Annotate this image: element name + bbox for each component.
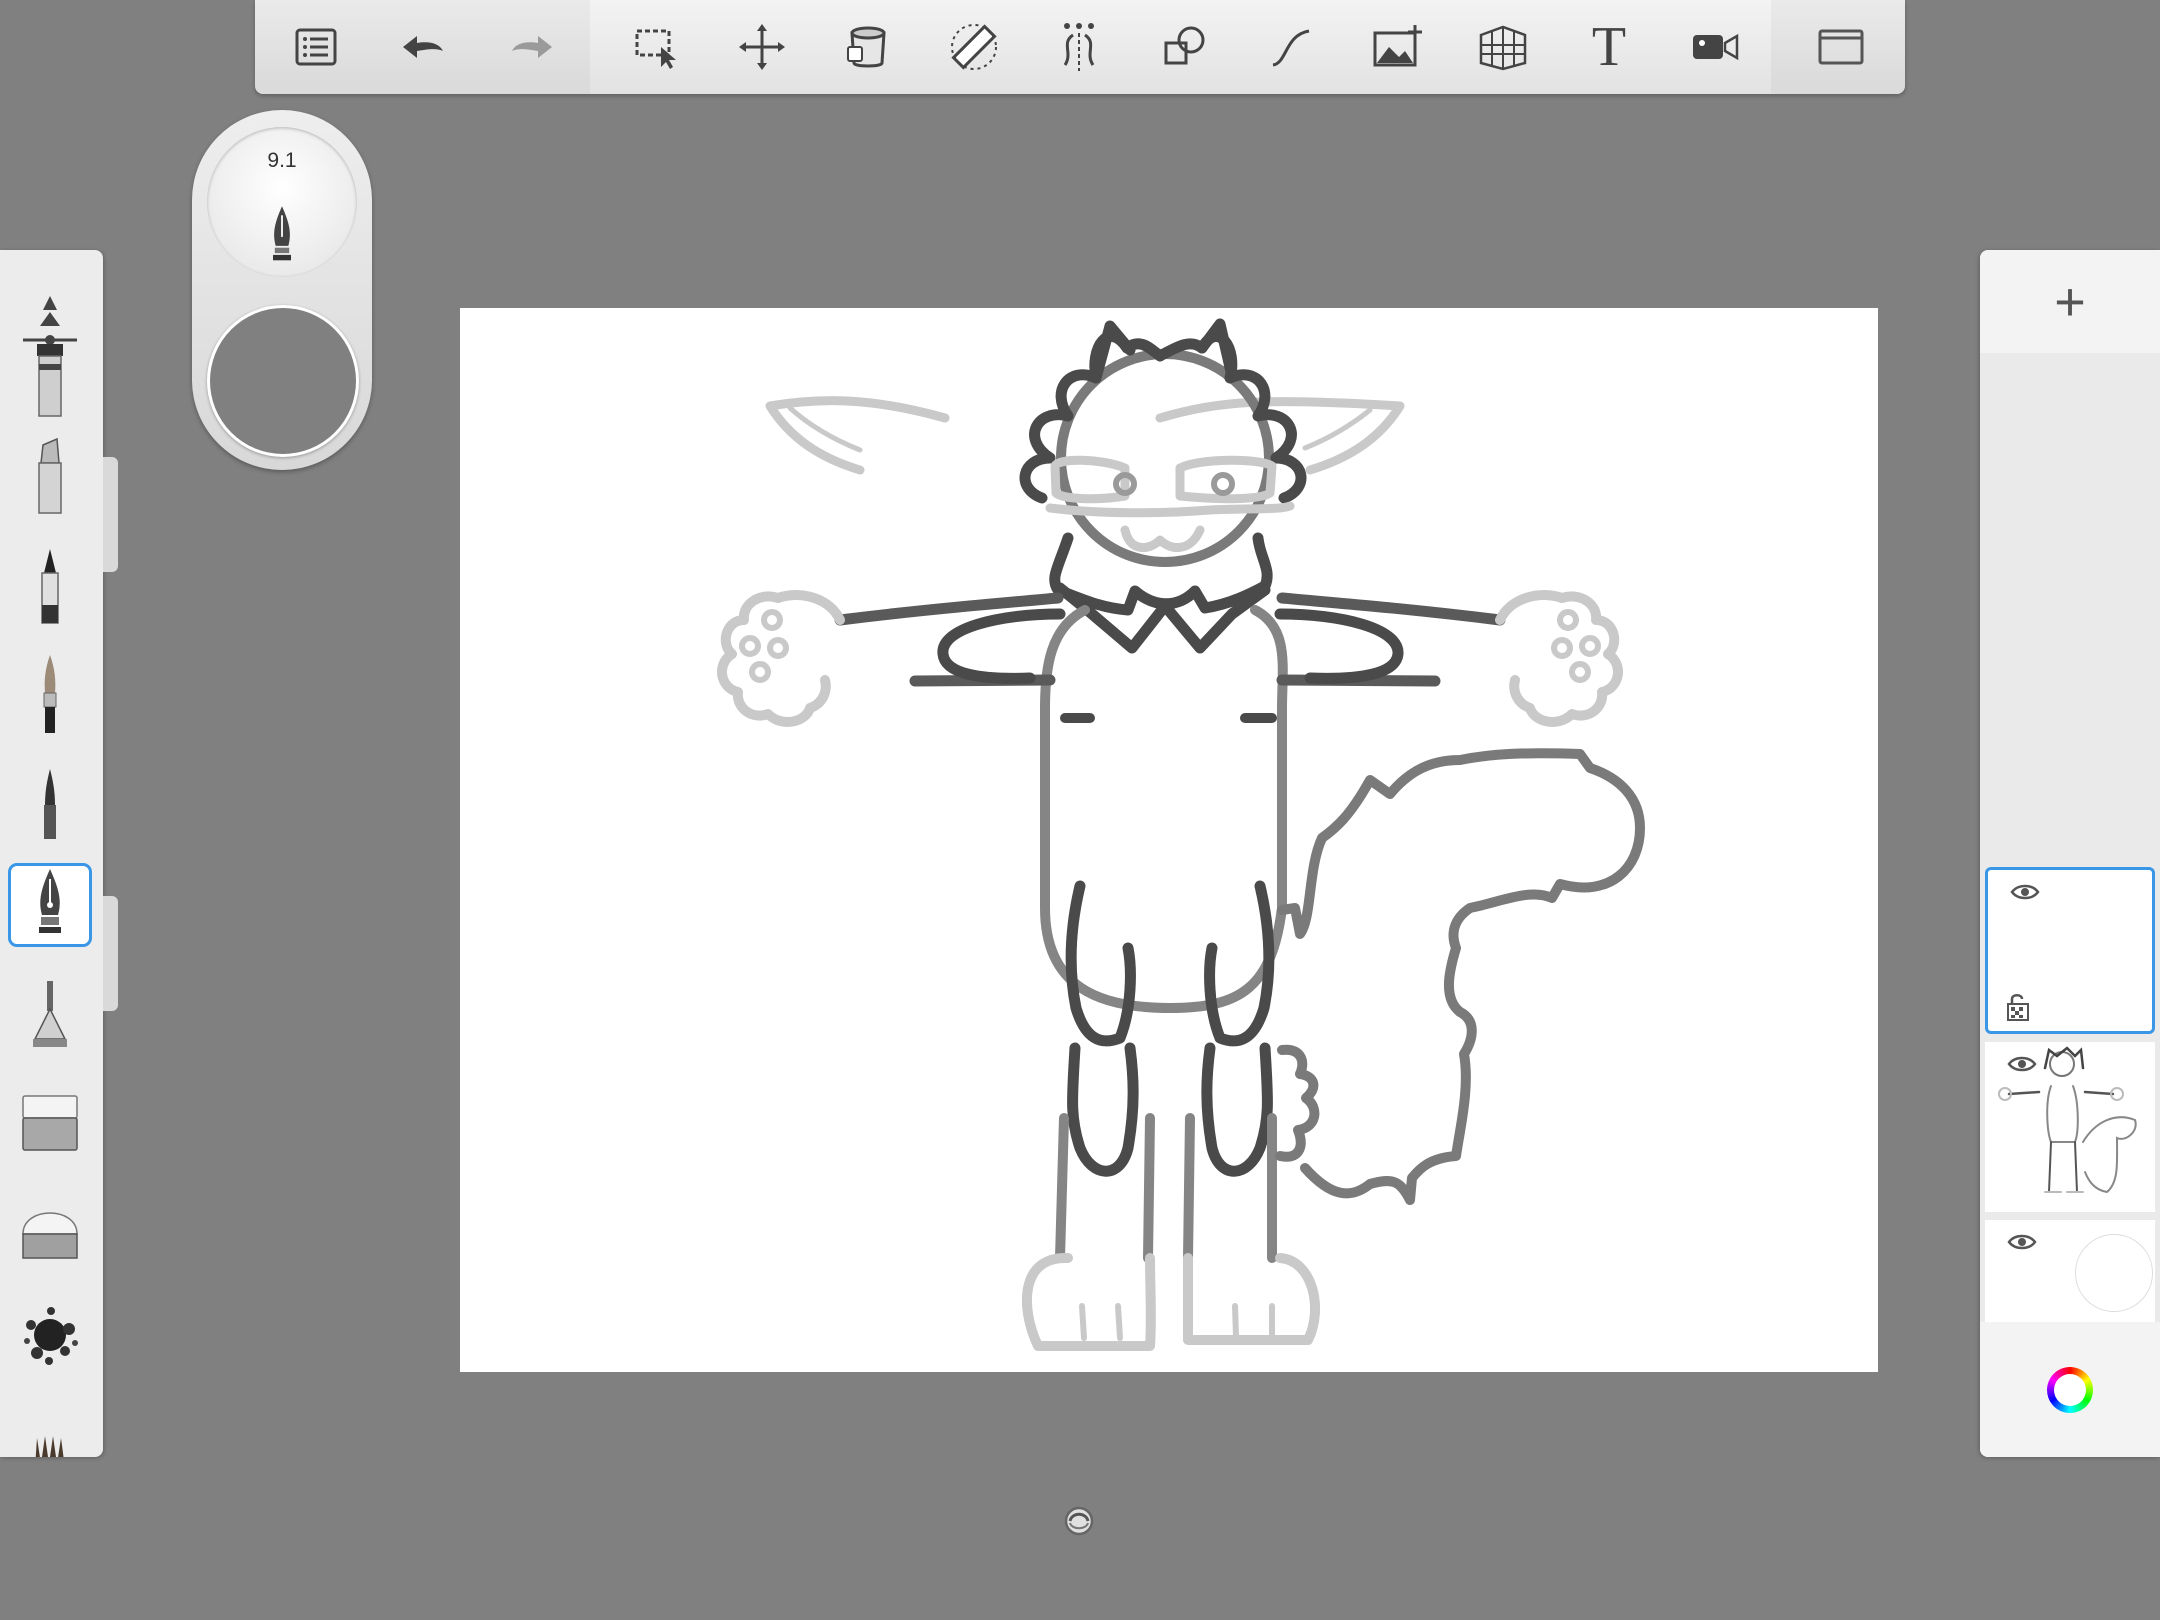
brush-splatter[interactable]	[8, 1293, 92, 1377]
layer-thumbnail	[1998, 1046, 2137, 1194]
chisel-marker-icon	[38, 437, 62, 514]
redo-button[interactable]	[502, 17, 562, 77]
perspective-button[interactable]	[1473, 17, 1533, 77]
perspective-icon	[1479, 25, 1527, 71]
soft-eraser-icon	[22, 1095, 78, 1151]
brush-chisel-marker[interactable]	[8, 435, 92, 519]
brush-color-swatch[interactable]	[207, 305, 359, 457]
brush-hard-eraser[interactable]	[8, 1190, 92, 1274]
shapes-button[interactable]	[1154, 17, 1214, 77]
ui-toggle-icon[interactable]	[1062, 1504, 1096, 1538]
fill-button[interactable]	[838, 17, 898, 77]
top-toolbar: T	[255, 0, 1905, 94]
brush-marker[interactable]	[8, 342, 92, 426]
drawing-canvas[interactable]	[460, 308, 1878, 1372]
palette-tab-upper[interactable]	[103, 457, 118, 572]
eye-icon[interactable]	[2007, 1232, 2037, 1252]
fine-brush-icon	[44, 769, 56, 839]
transform-icon	[739, 24, 785, 70]
brush-puck[interactable]: 9.1	[192, 110, 372, 470]
ink-pen-icon	[273, 206, 291, 261]
brush-airbrush[interactable]	[8, 973, 92, 1057]
brush-palette	[0, 250, 103, 1457]
add-image-button[interactable]	[1367, 17, 1427, 77]
layers-list-icon	[295, 28, 337, 66]
curve-icon	[1272, 29, 1310, 67]
brush-fine-brush[interactable]	[8, 761, 92, 845]
hard-eraser-icon	[22, 1212, 78, 1259]
plus-icon: +	[2054, 271, 2086, 332]
brush-ink-pen[interactable]	[8, 863, 92, 947]
selection-button[interactable]	[627, 17, 687, 77]
eye-icon[interactable]	[2010, 882, 2040, 902]
brush-soft-eraser[interactable]	[8, 1080, 92, 1164]
ruler-button[interactable]	[944, 17, 1004, 77]
ruler-icon	[951, 24, 997, 70]
layer-panel: +	[1980, 250, 2160, 1457]
brush-size-value: 9.1	[267, 149, 297, 172]
color-editor-button[interactable]	[1980, 1322, 2160, 1457]
character-drawing	[717, 318, 1645, 1351]
curve-button[interactable]	[1261, 17, 1321, 77]
shapes-icon	[1164, 26, 1205, 65]
brush-pen[interactable]	[8, 545, 92, 629]
marker-icon	[37, 344, 63, 417]
fill-bucket-icon	[847, 26, 886, 68]
transform-button[interactable]	[732, 17, 792, 77]
splatter-icon	[24, 1307, 78, 1365]
color-wheel-icon	[2047, 1366, 2093, 1413]
text-button[interactable]: T	[1579, 17, 1639, 77]
layer-drawing[interactable]	[1985, 1042, 2155, 1212]
time-lapse-button[interactable]	[1685, 17, 1745, 77]
paint-brush-icon	[43, 655, 57, 733]
pen-icon	[41, 549, 59, 624]
layer-background[interactable]	[1985, 1220, 2155, 1323]
bristle-brush-icon	[35, 1436, 64, 1457]
text-icon: T	[1591, 16, 1627, 78]
layer-empty[interactable]	[1985, 867, 2155, 1034]
layers-list-button[interactable]	[286, 17, 346, 77]
selection-icon	[635, 29, 676, 69]
symmetry-button[interactable]	[1049, 17, 1109, 77]
airbrush-icon	[33, 981, 67, 1047]
background-color-swatch[interactable]	[2075, 1234, 2153, 1312]
redo-icon	[512, 36, 552, 58]
add-image-icon	[1373, 25, 1422, 67]
fullscreen-button[interactable]	[1811, 17, 1871, 77]
time-lapse-icon	[1693, 33, 1739, 61]
undo-icon	[403, 36, 443, 58]
ink-pen-icon	[39, 869, 61, 933]
brush-size-control[interactable]: 9.1	[207, 127, 357, 277]
undo-button[interactable]	[393, 17, 453, 77]
lock-icon[interactable]	[2006, 992, 2030, 1022]
symmetry-icon	[1063, 23, 1095, 71]
brush-paint-brush[interactable]	[8, 653, 92, 737]
fullscreen-icon	[1818, 29, 1864, 65]
palette-tab-lower[interactable]	[103, 896, 118, 1011]
brush-bristle[interactable]	[8, 1400, 92, 1457]
add-layer-button[interactable]: +	[1980, 250, 2160, 353]
